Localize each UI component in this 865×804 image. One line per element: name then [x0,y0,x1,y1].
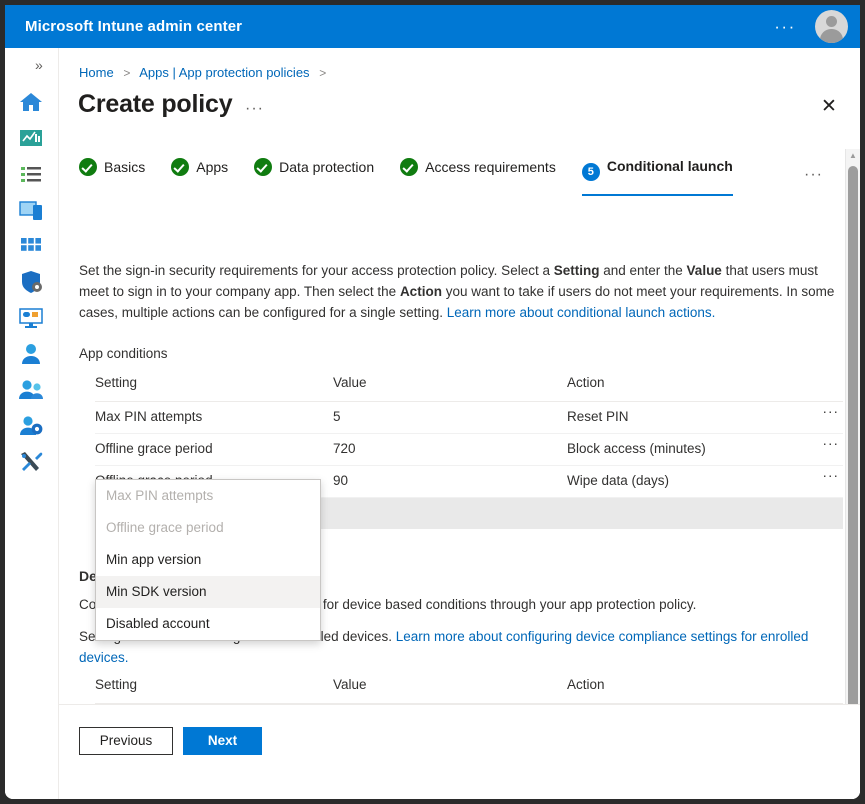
table-row[interactable]: Offline grace period 720 Block access (m… [95,434,843,466]
check-circle-icon [400,158,419,176]
apps-icon [18,233,44,259]
monitor-reports-icon [18,305,44,331]
close-icon[interactable]: ✕ [818,96,840,118]
desc-bold-action: Action [399,284,442,299]
breadcrumb-separator-2: > [319,66,327,80]
desc-bold-setting: Setting [553,263,600,278]
browser-window: Microsoft Intune admin center ··· » Home… [5,5,860,799]
page-title: Create policy [78,90,233,118]
column-header-setting: Setting [95,677,138,692]
scrollbar-thumb[interactable] [848,166,858,722]
column-header-setting: Setting [95,375,138,390]
column-header-action: Action [567,375,605,390]
setting-dropdown-menu[interactable]: Max PIN attempts Offline grace period Mi… [95,479,321,641]
home-icon [18,89,44,115]
tab-label: Basics [104,159,146,175]
cell-action: Block access (minutes) [567,441,706,456]
sidebar-item-apps[interactable] [18,233,44,259]
tab-label: Apps [196,159,229,175]
sidebar-item-users[interactable] [18,341,44,367]
tab-label: Data protection [279,159,375,175]
page-title-more-icon[interactable]: ··· [245,100,264,118]
all-services-icon [18,161,44,187]
vertical-scrollbar[interactable]: ▲ ▼ [845,149,860,749]
wizard-steps: Basics Apps Data protection Access requi… [79,158,759,198]
dropdown-option-offline-grace-period: Offline grace period [106,520,224,535]
user-icon [18,341,44,367]
sidebar-item-devices[interactable] [18,197,44,223]
check-circle-icon [254,158,273,176]
breadcrumb: Home > Apps | App protection policies > [79,65,332,80]
avatar[interactable] [815,10,848,43]
dashboard-icon [18,125,44,151]
previous-button[interactable]: Previous [79,727,173,755]
dropdown-option-min-sdk-version[interactable]: Min SDK version [96,576,320,608]
row-more-icon[interactable]: ··· [823,404,840,419]
tab-apps[interactable]: Apps [171,158,228,196]
cell-value: 5 [333,409,341,424]
next-button[interactable]: Next [183,727,262,755]
sidebar-item-dashboard[interactable] [18,125,44,151]
cell-action: Wipe data (days) [567,473,670,488]
scroll-up-arrow-icon[interactable]: ▲ [846,149,860,163]
tab-basics[interactable]: Basics [79,158,145,196]
wizard-more-icon[interactable]: ··· [804,166,823,184]
tab-conditional-launch[interactable]: 5 Conditional launch [581,158,733,196]
app-title: Microsoft Intune admin center [25,18,243,35]
content-pane: Home > Apps | App protection policies > … [59,48,860,799]
sidebar-item-troubleshooting[interactable] [18,449,44,475]
app-header: Microsoft Intune admin center ··· [5,5,860,48]
check-circle-icon [79,158,97,176]
cell-setting: Offline grace period [95,441,213,456]
dropdown-option-min-app-version[interactable]: Min app version [96,544,320,576]
row-more-icon[interactable]: ··· [823,468,840,483]
sidebar-item-reports[interactable] [18,305,44,331]
table-header-row: Setting Value Action [95,371,843,402]
check-circle-icon [171,158,190,176]
cell-value: 90 [333,473,349,488]
cell-action: Reset PIN [567,409,629,424]
breadcrumb-item-home[interactable]: Home [79,65,114,80]
dropdown-option-disabled-account[interactable]: Disabled account [96,608,320,640]
chevron-double-right-icon[interactable]: » [35,57,43,73]
group-icon [18,377,44,403]
shield-gear-icon [18,269,44,295]
table-row[interactable]: Max PIN attempts 5 Reset PIN ··· [95,402,843,434]
avatar-head [826,16,837,27]
sidebar-item-all-services[interactable] [18,161,44,187]
tab-label: Access requirements [425,159,556,175]
scroll-region: Basics Apps Data protection Access requi… [59,148,860,748]
avatar-body [820,29,843,43]
tab-access-requirements[interactable]: Access requirements [400,158,556,196]
sidebar-item-groups[interactable] [18,377,44,403]
step-number-badge: 5 [581,163,600,181]
tab-label: Conditional launch [606,158,733,174]
header-more-icon[interactable]: ··· [772,15,798,39]
wizard-footer: Previous Next [59,704,860,799]
dropdown-option-max-pin-attempts: Max PIN attempts [106,488,214,503]
cell-value: 720 [333,441,356,456]
breadcrumb-separator: > [123,66,131,80]
desc-part1: Set the sign-in security requirements fo… [79,263,554,278]
conditional-launch-learn-more-link[interactable]: Learn more about conditional launch acti… [447,305,716,320]
sidebar-rail: » [5,48,59,799]
column-header-value: Value [333,375,367,390]
tools-icon [18,449,44,475]
breadcrumb-item-apps[interactable]: Apps | App protection policies [139,65,309,80]
column-header-action: Action [567,677,605,692]
page-description: Set the sign-in security requirements fo… [79,260,841,323]
desc-part2: and enter the [599,263,687,278]
column-header-value: Value [333,677,367,692]
table-header-row: Setting Value Action [95,673,843,704]
user-gear-icon [18,413,44,439]
sidebar-item-endpoint-security[interactable] [18,269,44,295]
sidebar-item-tenant-administration[interactable] [18,413,44,439]
sidebar-item-home[interactable] [18,89,44,115]
tab-data-protection[interactable]: Data protection [254,158,374,196]
app-conditions-label: App conditions [79,346,168,361]
cell-setting: Max PIN attempts [95,409,203,424]
row-more-icon[interactable]: ··· [823,436,840,451]
devices-icon [18,197,44,223]
desc-bold-value: Value [686,263,722,278]
